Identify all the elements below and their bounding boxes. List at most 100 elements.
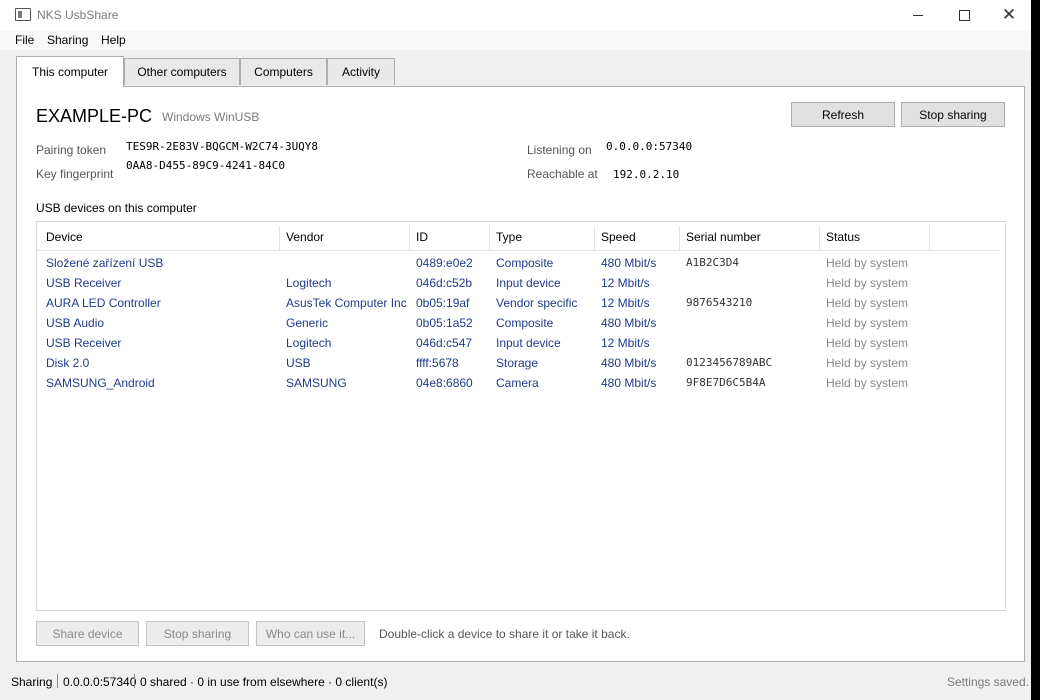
cell-vendor: Generic (286, 316, 329, 330)
cell-vendor: USB (286, 356, 311, 370)
app-window: NKS UsbShare ✕ File Sharing Help This co… (0, 0, 1031, 700)
cell-vendor: Logitech (286, 336, 332, 350)
cell-speed: 12 Mbit/s (601, 276, 650, 290)
column-separator (594, 226, 595, 250)
stop-sharing-device-button[interactable]: Stop sharing (146, 621, 249, 646)
cell-type: Vendor specific (496, 296, 578, 310)
cell-status: Held by system (826, 356, 909, 370)
tab-computers[interactable]: Computers (240, 58, 327, 85)
devices-table[interactable]: Device Vendor ID Type Speed Serial numbe… (36, 221, 1006, 611)
cell-serial: 9F8E7D6C5B4A (686, 376, 766, 389)
listening-on-value: 0.0.0.0:57340 (606, 140, 693, 153)
listening-on-label: Listening on (527, 143, 592, 157)
header-divider (37, 250, 1001, 251)
cell-status: Held by system (826, 276, 909, 290)
cell-serial: 9876543210 (686, 296, 753, 309)
cell-device: Disk 2.0 (46, 356, 90, 370)
tab-this-computer[interactable]: This computer (16, 56, 124, 87)
minimize-button[interactable] (895, 0, 941, 31)
menu-sharing[interactable]: Sharing (47, 33, 88, 47)
close-icon: ✕ (1001, 5, 1017, 25)
cell-status: Held by system (826, 296, 909, 310)
cell-id: 046d:c52b (416, 276, 473, 290)
cell-device: USB Receiver (46, 336, 122, 350)
key-fingerprint-label: Key fingerprint (36, 167, 114, 181)
cell-speed: 480 Mbit/s (601, 316, 657, 330)
title-bar: NKS UsbShare ✕ (0, 0, 1031, 31)
cell-status: Held by system (826, 316, 909, 330)
menu-file[interactable]: File (15, 33, 34, 47)
refresh-button-label: Refresh (821, 107, 865, 122)
column-header-serial[interactable]: Serial number (686, 230, 761, 244)
status-bar: Sharing 0.0.0.0:57340 0 shared · 0 in us… (0, 671, 1031, 700)
this-computer-panel: EXAMPLE-PC Windows WinUSB Refresh Stop s… (16, 86, 1025, 662)
table-row[interactable]: AURA LED Controller AsusTek Computer Inc 0… (37, 294, 1001, 314)
table-row[interactable]: Složené zařízení USB 0489:e0e2 Composite 48… (37, 254, 1001, 274)
menu-bar: File Sharing Help (0, 31, 1031, 50)
column-header-speed[interactable]: Speed (601, 230, 636, 244)
column-separator (279, 226, 280, 250)
status-summary: 0 shared · 0 in use from elsewhere · 0 c… (140, 675, 388, 689)
cell-device: AURA LED Controller (46, 296, 161, 310)
tab-label: Activity (341, 65, 380, 79)
status-separator (57, 674, 58, 688)
cell-status: Held by system (826, 376, 909, 390)
cell-device: USB Audio (46, 316, 105, 330)
close-button[interactable]: ✕ (986, 0, 1031, 31)
tab-other-computers[interactable]: Other computers (124, 58, 240, 85)
cell-status: Held by system (826, 256, 909, 270)
cell-type: Input device (496, 276, 561, 290)
pairing-token-value: TES9R-2E83V-BQGCM-W2C74-3UQY8 (126, 140, 319, 153)
key-fingerprint-value: 0AA8-D455-89C9-4241-84C0 (126, 159, 285, 172)
tab-label: Other computers (137, 65, 227, 79)
who-can-use-button[interactable]: Who can use it... (256, 621, 365, 646)
tab-label: This computer (31, 65, 109, 79)
table-row[interactable]: USB Receiver Logitech 046d:c52b Input devic… (37, 274, 1001, 294)
cell-id: 0489:e0e2 (416, 256, 473, 270)
refresh-button[interactable]: Refresh (791, 102, 895, 127)
maximize-button[interactable] (941, 0, 987, 31)
cell-id: ffff:5678 (416, 356, 459, 370)
cell-speed: 480 Mbit/s (601, 376, 657, 390)
column-header-type[interactable]: Type (496, 230, 522, 244)
cell-type: Composite (496, 256, 554, 270)
column-separator (929, 226, 930, 250)
share-device-button[interactable]: Share device (36, 621, 139, 646)
column-header-id[interactable]: ID (416, 230, 428, 244)
cell-type: Storage (496, 356, 539, 370)
column-separator (819, 226, 820, 250)
cell-status: Held by system (826, 336, 909, 350)
cell-id: 0b05:19af (416, 296, 470, 310)
driver-label: Windows WinUSB (162, 110, 260, 124)
table-row[interactable]: SAMSUNG_Android SAMSUNG 04e8:6860 Camera 480… (37, 374, 1001, 394)
cell-serial: A1B2C3D4 (686, 256, 739, 269)
cell-type: Composite (496, 316, 554, 330)
table-row[interactable]: USB Audio Generic 0b05:1a52 Composite 480 Mb… (37, 314, 1001, 334)
cell-type: Input device (496, 336, 561, 350)
cell-vendor: AsusTek Computer Inc (286, 296, 407, 310)
computer-name: EXAMPLE-PC (36, 106, 153, 126)
column-header-vendor[interactable]: Vendor (286, 230, 324, 244)
window-title: NKS UsbShare (37, 8, 119, 22)
table-row[interactable]: USB Receiver Logitech 046d:c547 Input devic… (37, 334, 1001, 354)
cell-id: 0b05:1a52 (416, 316, 473, 330)
status-separator (134, 674, 135, 688)
cell-id: 04e8:6860 (416, 376, 473, 390)
column-header-device[interactable]: Device (46, 230, 83, 244)
cell-serial: 0123456789ABC (686, 356, 773, 369)
column-separator (489, 226, 490, 250)
stop-sharing-button[interactable]: Stop sharing (901, 102, 1005, 127)
sharing-state: Sharing (11, 675, 53, 689)
table-row[interactable]: Disk 2.0 USB ffff:5678 Storage 480 Mbit/s 012… (37, 354, 1001, 374)
tab-activity[interactable]: Activity (327, 58, 395, 85)
share-device-button-label: Share device (52, 626, 123, 641)
column-header-status[interactable]: Status (826, 230, 860, 244)
column-separator (679, 226, 680, 250)
cell-vendor: Logitech (286, 276, 332, 290)
who-can-use-button-label: Who can use it... (265, 626, 356, 641)
menu-help[interactable]: Help (101, 33, 126, 47)
stop-sharing-button-label: Stop sharing (919, 107, 987, 122)
cell-device: SAMSUNG_Android (46, 376, 155, 390)
status-endpoint: 0.0.0.0:57340 (63, 675, 137, 689)
cell-device: Složené zařízení USB (46, 256, 164, 270)
